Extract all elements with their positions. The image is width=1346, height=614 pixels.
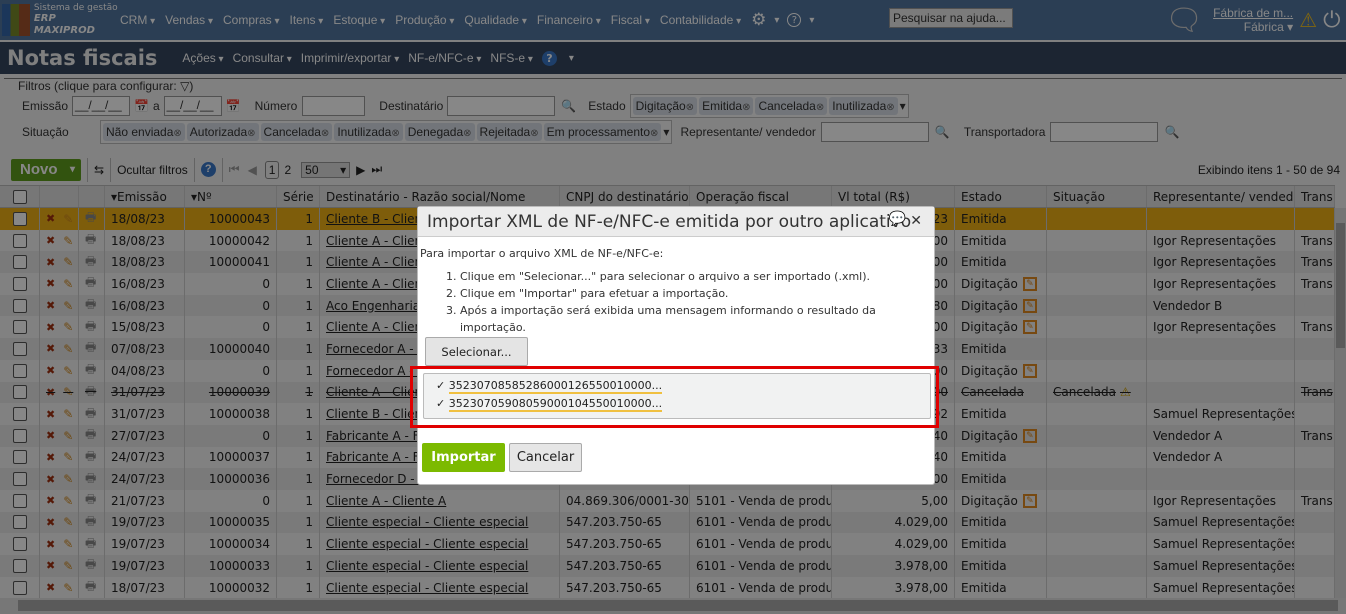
select-file-button[interactable]: Selecionar... xyxy=(425,337,528,366)
instruction-step: Após a importação será exibida uma mensa… xyxy=(460,302,932,336)
import-button[interactable]: Importar xyxy=(422,443,505,472)
highlight-box xyxy=(410,366,939,428)
chat-icon[interactable]: 💬 xyxy=(889,211,906,227)
dialog-title: Importar XML de NF-e/NFC-e emitida por o… xyxy=(418,207,934,237)
instruction-step: Clique em "Importar" para efetuar a impo… xyxy=(460,285,932,302)
close-icon[interactable]: ✕ xyxy=(910,213,922,229)
instructions-list: Clique em "Selecionar..." para seleciona… xyxy=(460,268,932,336)
instruction-step: Clique em "Selecionar..." para seleciona… xyxy=(460,268,932,285)
cancel-button[interactable]: Cancelar xyxy=(509,443,582,472)
dialog-intro: Para importar o arquivo XML de NF-e/NFC-… xyxy=(420,247,664,260)
import-xml-dialog: Importar XML de NF-e/NFC-e emitida por o… xyxy=(417,206,935,485)
